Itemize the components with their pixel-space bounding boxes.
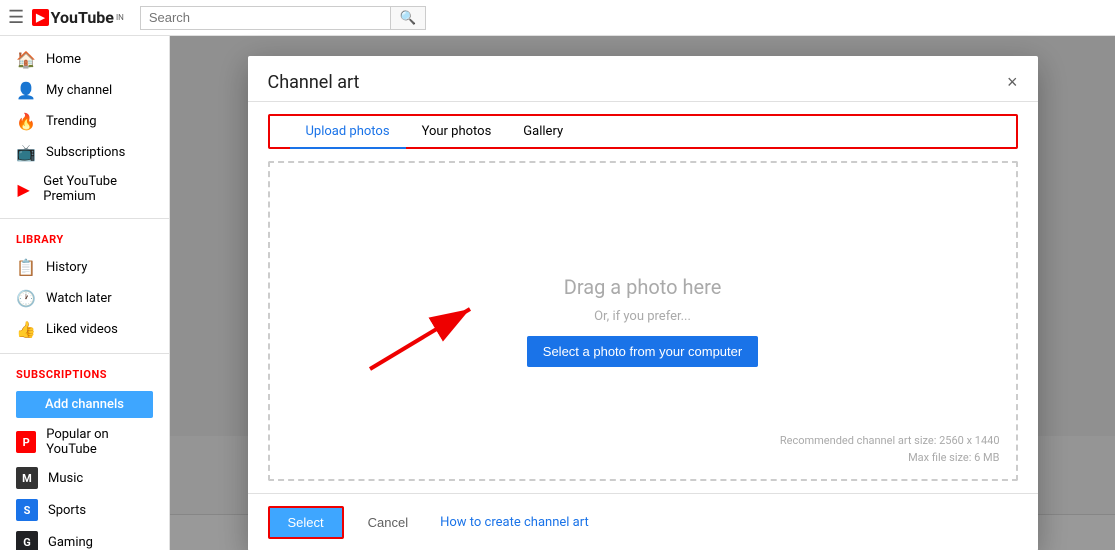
modal-overlay: Channel art × Upload photos Your photos … <box>170 36 1115 550</box>
footer-select-button[interactable]: Select <box>268 506 344 539</box>
sports-icon: S <box>16 499 38 521</box>
sidebar-label-sports: Sports <box>48 503 86 518</box>
upload-drop-area[interactable]: Drag a photo here Or, if you prefer... S… <box>268 161 1018 481</box>
channel-art-modal: Channel art × Upload photos Your photos … <box>248 56 1038 550</box>
logo-text: YouTube <box>51 8 114 27</box>
sidebar-item-my-channel[interactable]: 👤 My channel <box>0 75 169 106</box>
sidebar-item-liked-videos[interactable]: 👍 Liked videos <box>0 314 169 345</box>
sidebar-label-trending: Trending <box>46 114 97 129</box>
sidebar-label-music: Music <box>48 471 83 486</box>
tab-gallery[interactable]: Gallery <box>507 116 579 149</box>
search-button[interactable]: 🔍 <box>390 6 426 30</box>
sidebar-item-sports[interactable]: S Sports <box>0 494 169 526</box>
sidebar-label-gaming: Gaming <box>48 535 93 550</box>
sidebar-item-trending[interactable]: 🔥 Trending <box>0 106 169 137</box>
modal-close-button[interactable]: × <box>1007 72 1018 93</box>
arrow-graphic <box>350 289 500 379</box>
sidebar-item-gaming[interactable]: G Gaming <box>0 526 169 550</box>
search-icon: 🔍 <box>400 10 417 26</box>
topnav: ☰ ▶ YouTubeIN 🔍 <box>0 0 1115 36</box>
modal-title: Channel art <box>268 72 360 93</box>
search-input[interactable] <box>140 6 390 30</box>
sidebar-item-popular[interactable]: P Popular on YouTube <box>0 422 169 462</box>
drag-text: Drag a photo here <box>564 275 722 299</box>
modal-header: Channel art × <box>248 56 1038 102</box>
logo-sup: IN <box>116 13 124 22</box>
select-photo-button[interactable]: Select a photo from your computer <box>527 336 758 367</box>
library-section-label: LIBRARY <box>0 227 169 252</box>
sidebar-item-music[interactable]: M Music <box>0 462 169 494</box>
search-bar: 🔍 <box>140 6 426 30</box>
gaming-icon: G <box>16 531 38 550</box>
popular-icon: P <box>16 431 36 453</box>
sidebar-label-popular: Popular on YouTube <box>46 427 153 457</box>
add-channels-button[interactable]: Add channels <box>16 391 153 418</box>
sidebar-item-history[interactable]: 📋 History <box>0 252 169 283</box>
trending-icon: 🔥 <box>16 112 34 131</box>
footer-cancel-button[interactable]: Cancel <box>356 508 420 537</box>
person-icon: 👤 <box>16 81 34 100</box>
modal-tabs: Upload photos Your photos Gallery <box>268 114 1018 149</box>
sidebar-divider-2 <box>0 353 169 354</box>
sidebar-item-premium[interactable]: ▶ Get YouTube Premium <box>0 168 169 210</box>
sidebar-label-premium: Get YouTube Premium <box>43 174 153 204</box>
watch-later-icon: 🕐 <box>16 289 34 308</box>
premium-icon: ▶ <box>16 180 31 199</box>
sidebar-label-watch-later: Watch later <box>46 291 112 306</box>
sidebar-label-history: History <box>46 260 87 275</box>
topnav-left: ☰ ▶ YouTubeIN <box>8 7 124 28</box>
history-icon: 📋 <box>16 258 34 277</box>
recommendation-text: Recommended channel art size: 2560 x 144… <box>780 432 1000 467</box>
how-to-link[interactable]: How to create channel art <box>440 515 589 530</box>
sidebar: 🏠 Home 👤 My channel 🔥 Trending 📺 Subscri… <box>0 36 170 550</box>
sidebar-divider-1 <box>0 218 169 219</box>
home-icon: 🏠 <box>16 50 34 69</box>
tab-upload-photos[interactable]: Upload photos <box>290 116 406 149</box>
hamburger-icon[interactable]: ☰ <box>8 7 24 28</box>
sidebar-item-home[interactable]: 🏠 Home <box>0 44 169 75</box>
sidebar-label-my-channel: My channel <box>46 83 112 98</box>
tab-your-photos[interactable]: Your photos <box>406 116 508 149</box>
subscriptions-section-label: SUBSCRIPTIONS <box>0 362 169 387</box>
sidebar-label-subscriptions: Subscriptions <box>46 145 125 160</box>
youtube-logo[interactable]: ▶ YouTubeIN <box>32 8 124 27</box>
sidebar-item-subscriptions[interactable]: 📺 Subscriptions <box>0 137 169 168</box>
sidebar-label-liked: Liked videos <box>46 322 118 337</box>
sidebar-item-watch-later[interactable]: 🕐 Watch later <box>0 283 169 314</box>
or-prefer-text: Or, if you prefer... <box>594 309 691 324</box>
yt-icon: ▶ <box>32 9 48 26</box>
subscriptions-icon: 📺 <box>16 143 34 162</box>
modal-footer: Select Cancel How to create channel art <box>248 493 1038 550</box>
sidebar-label-home: Home <box>46 52 81 67</box>
liked-icon: 👍 <box>16 320 34 339</box>
music-icon: M <box>16 467 38 489</box>
